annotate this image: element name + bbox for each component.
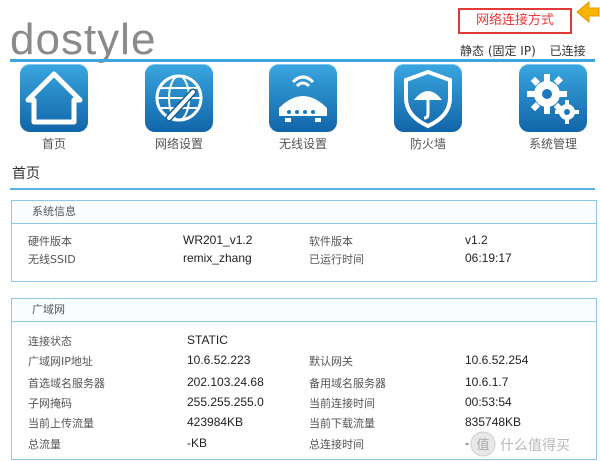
subnet-mask-label: 子网掩码 bbox=[28, 397, 72, 410]
wan-ip-label: 广域网IP地址 bbox=[28, 355, 93, 368]
upload-label: 当前上传流量 bbox=[28, 417, 94, 430]
dns2-value: 10.6.1.7 bbox=[465, 375, 509, 389]
total-time-label: 总连接时间 bbox=[309, 438, 364, 451]
content-divider bbox=[10, 188, 595, 190]
nav-wireless[interactable]: 无线设置 bbox=[269, 64, 353, 152]
annotation-label: 网络连接方式 bbox=[458, 8, 572, 34]
nav-home[interactable]: 首页 bbox=[20, 64, 104, 152]
download-label: 当前下载流量 bbox=[309, 417, 375, 430]
gateway-label: 默认网关 bbox=[309, 355, 353, 368]
svg-text:值: 值 bbox=[476, 437, 489, 453]
ssid-label: 无线SSID bbox=[28, 253, 76, 266]
sw-version-label: 软件版本 bbox=[309, 235, 353, 248]
dns1-value: 202.103.24.68 bbox=[187, 375, 264, 389]
upload-value: 423984KB bbox=[187, 415, 244, 429]
sw-version-value: v1.2 bbox=[465, 233, 488, 247]
nav-network[interactable]: 网络设置 bbox=[145, 64, 229, 152]
uptime-value: 06:19:17 bbox=[465, 251, 512, 265]
gears-icon bbox=[519, 64, 587, 132]
brand-logo: dostyle bbox=[10, 15, 157, 64]
uptime-label: 已运行时间 bbox=[309, 253, 364, 266]
watermark-logo-icon: 值 bbox=[470, 431, 496, 457]
shield-umbrella-icon bbox=[394, 64, 462, 132]
wireless-router-icon bbox=[269, 64, 337, 132]
nav-home-label: 首页 bbox=[41, 137, 66, 151]
nav-system-label: 系统管理 bbox=[528, 137, 577, 151]
dns2-label: 备用域名服务器 bbox=[309, 377, 386, 390]
hw-version-value: WR201_v1.2 bbox=[183, 233, 253, 247]
nav-system[interactable]: 系统管理 bbox=[519, 64, 600, 152]
home-icon bbox=[20, 64, 88, 132]
connection-info: 静态 (固定 IP) 已连接 bbox=[460, 42, 596, 59]
total-traffic-value: -KB bbox=[187, 436, 208, 450]
ssid-value: remix_zhang bbox=[183, 251, 252, 265]
wan-ip-value: 10.6.52.223 bbox=[187, 353, 251, 367]
system-info-panel: 系统信息 硬件版本 WR201_v1.2 软件版本 v1.2 无线SSID re… bbox=[11, 200, 597, 282]
conn-time-value: 00:53:54 bbox=[465, 395, 512, 409]
hw-version-label: 硬件版本 bbox=[28, 235, 72, 248]
connection-mode: 静态 (固定 IP) bbox=[460, 44, 536, 58]
wan-status-value: STATIC bbox=[187, 333, 228, 347]
total-time-value: - bbox=[465, 436, 469, 450]
watermark-text: 什么值得买 bbox=[500, 438, 570, 454]
download-value: 835748KB bbox=[465, 415, 522, 429]
conn-time-label: 当前连接时间 bbox=[309, 397, 375, 410]
nav-network-label: 网络设置 bbox=[154, 137, 203, 151]
gateway-value: 10.6.52.254 bbox=[465, 353, 529, 367]
page-title: 首页 bbox=[12, 166, 40, 182]
nav-firewall[interactable]: 防火墙 bbox=[394, 64, 478, 152]
arrow-left-icon bbox=[576, 0, 600, 24]
dns1-label: 首选域名服务器 bbox=[28, 377, 105, 390]
nav-wireless-label: 无线设置 bbox=[278, 137, 327, 151]
subnet-mask-value: 255.255.255.0 bbox=[187, 395, 264, 409]
globe-wrench-icon bbox=[145, 64, 213, 132]
nav-firewall-label: 防火墙 bbox=[409, 137, 446, 151]
system-info-title: 系统信息 bbox=[12, 201, 596, 224]
total-traffic-label: 总流量 bbox=[28, 438, 61, 451]
wan-status-label: 连接状态 bbox=[28, 335, 72, 348]
connection-status: 已连接 bbox=[549, 44, 586, 58]
header-divider bbox=[10, 59, 595, 62]
wan-title: 广域网 bbox=[12, 299, 596, 322]
watermark: 值 什么值得买 bbox=[470, 430, 598, 458]
